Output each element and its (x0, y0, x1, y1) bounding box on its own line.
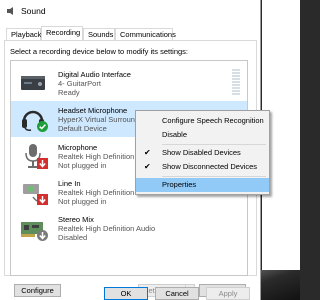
level-meter (232, 69, 240, 97)
device-status: Ready (58, 88, 80, 97)
device-description: HyperX Virtual Surround (58, 115, 140, 124)
unplugged-arrow-icon (37, 158, 48, 169)
menu-separator (162, 144, 266, 145)
disabled-arrow-icon (37, 230, 48, 241)
checkmark-icon: ✔ (144, 148, 151, 157)
menu-item-configure-speech-recognition[interactable]: Configure Speech Recognition (136, 114, 269, 128)
list-item[interactable]: Stereo Mix Realtek High Definition Audio… (11, 210, 247, 246)
device-description: 4- GuitarPort (58, 79, 101, 88)
device-status: Default Device (58, 124, 107, 133)
menu-item-label: Disable (162, 130, 188, 139)
ok-button[interactable]: OK (104, 287, 148, 300)
menu-item-show-disconnected-devices[interactable]: ✔ Show Disconnected Devices (136, 160, 269, 174)
window-title: Sound (21, 6, 46, 16)
apply-button[interactable]: Apply (206, 287, 250, 300)
unplugged-arrow-icon (37, 194, 48, 205)
device-name: Headset Microphone (58, 106, 128, 115)
tab-recording[interactable]: Recording (41, 26, 83, 40)
menu-item-disable[interactable]: Disable (136, 128, 269, 142)
tab-communications[interactable]: Communications (115, 28, 176, 40)
device-status: Not plugged in (58, 161, 107, 170)
device-name: Microphone (58, 143, 98, 152)
checkmark-icon: ✔ (144, 162, 151, 171)
device-description: Realtek High Definition (58, 188, 135, 197)
tab-playback[interactable]: Playback (6, 28, 41, 40)
menu-item-label: Show Disconnected Devices (162, 162, 258, 171)
menu-item-properties[interactable]: Properties (136, 178, 269, 192)
default-check-icon (37, 121, 48, 132)
menu-separator (162, 176, 266, 177)
title-bar[interactable]: Sound (0, 0, 261, 22)
context-menu: Configure Speech Recognition Disable ✔ S… (135, 110, 270, 195)
device-description: Realtek High Definition Audio (58, 224, 156, 233)
device-description: Realtek High Definition (58, 152, 135, 161)
audio-interface-icon (21, 76, 45, 90)
instruction-text: Select a recording device below to modif… (10, 47, 189, 56)
device-name: Digital Audio Interface (58, 70, 131, 79)
menu-item-label: Show Disabled Devices (162, 148, 241, 157)
device-status: Not plugged in (58, 197, 107, 206)
menu-item-label: Configure Speech Recognition (162, 116, 264, 125)
device-status: Disabled (58, 233, 88, 242)
configure-button[interactable]: Configure (14, 284, 61, 297)
menu-item-show-disabled-devices[interactable]: ✔ Show Disabled Devices (136, 146, 269, 160)
device-name: Line In (58, 179, 81, 188)
cancel-button[interactable]: Cancel (155, 287, 199, 300)
device-name: Stereo Mix (58, 215, 94, 224)
menu-item-label: Properties (162, 180, 197, 189)
speaker-icon (7, 7, 13, 15)
tab-sounds[interactable]: Sounds (83, 28, 115, 40)
list-item[interactable]: Digital Audio Interface 4- GuitarPort Re… (11, 65, 247, 101)
